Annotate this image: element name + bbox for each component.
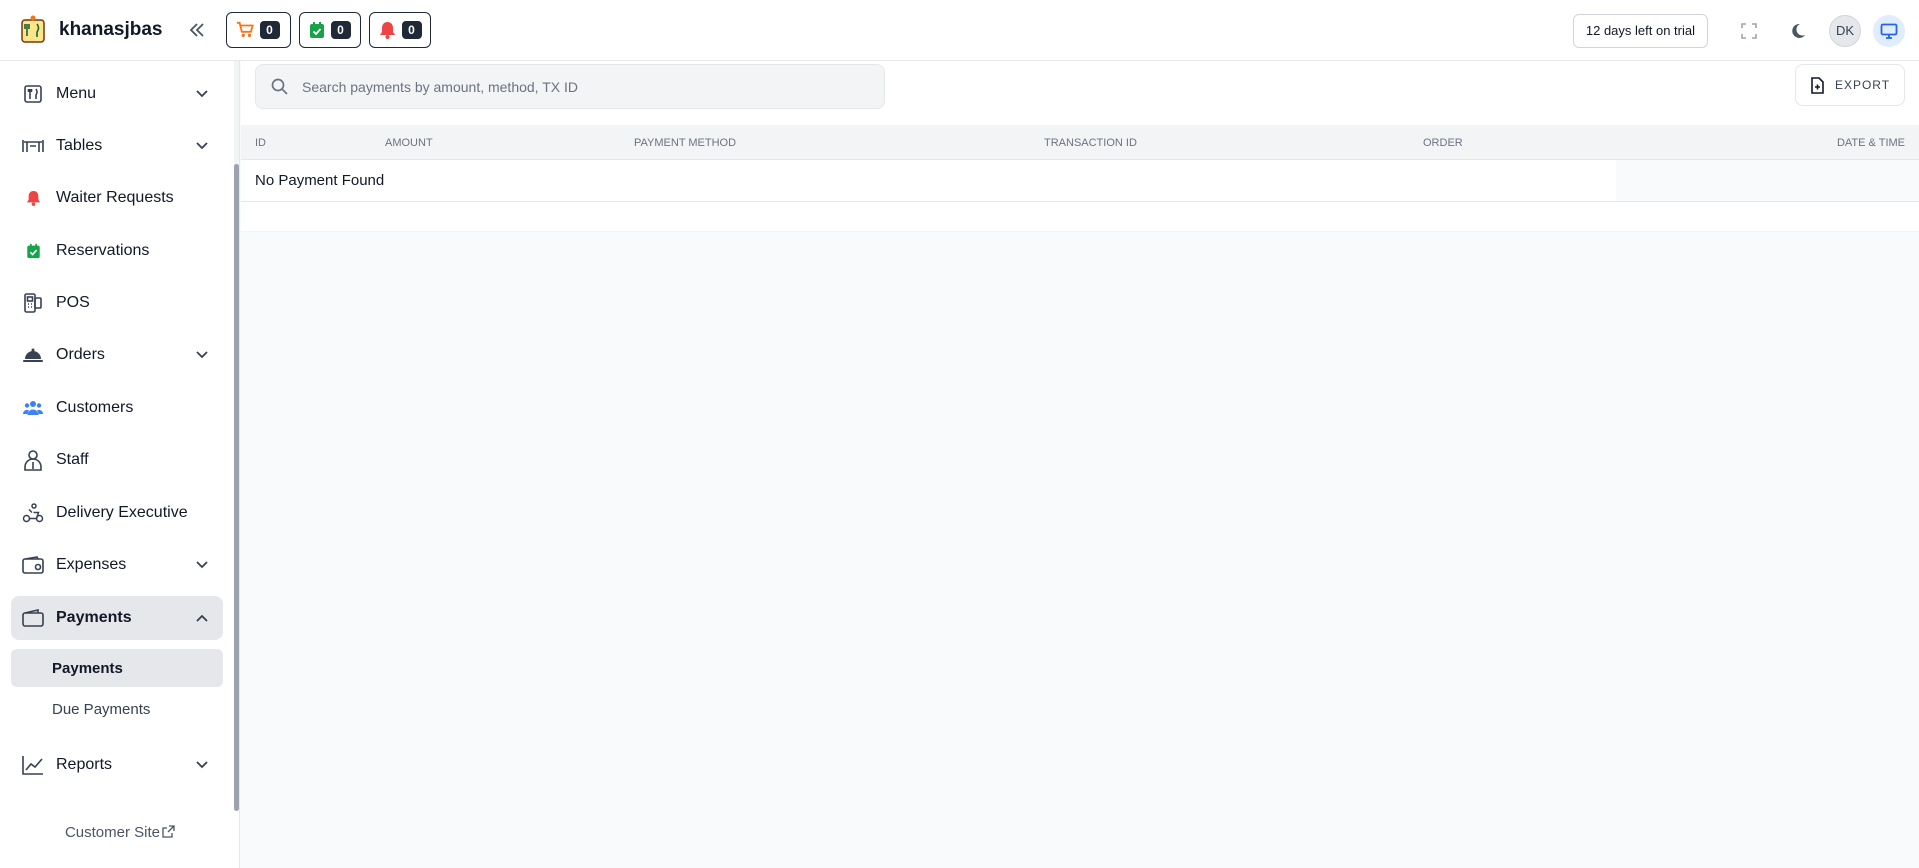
customer-site-link[interactable]: Customer Site xyxy=(0,824,240,841)
sidebar-item-payments[interactable]: Payments xyxy=(11,596,223,640)
export-label: EXPORT xyxy=(1834,78,1891,92)
monitor-icon xyxy=(1880,23,1898,39)
trial-status-button[interactable]: 12 days left on trial xyxy=(1572,13,1708,48)
column-header-id[interactable]: ID xyxy=(255,125,266,160)
restaurant-logo-icon xyxy=(17,14,49,46)
sidebar-item-label: Payments xyxy=(56,609,132,626)
restaurant-name: khanasjbas xyxy=(59,19,163,40)
table-footer xyxy=(241,202,1919,232)
table-header: ID AMOUNT PAYMENT METHOD TRANSACTION ID … xyxy=(241,125,1919,160)
reservations-counter-button[interactable]: 0 xyxy=(298,12,361,48)
sidebar-item-label: Waiter Requests xyxy=(56,189,174,206)
empty-state-message: No Payment Found xyxy=(255,172,385,189)
column-header-order[interactable]: ORDER xyxy=(1423,125,1463,160)
sidebar-item-expenses[interactable]: Expenses xyxy=(11,543,223,587)
staff-icon xyxy=(22,449,44,471)
sidebar-item-label: POS xyxy=(56,294,90,311)
payments-table: ID AMOUNT PAYMENT METHOD TRANSACTION ID … xyxy=(241,125,1919,232)
top-header: khanasjbas 0 0 0 12 days left on trial D… xyxy=(0,0,1919,61)
column-header-transaction-id[interactable]: TRANSACTION ID xyxy=(1044,125,1137,160)
search-box[interactable] xyxy=(255,64,885,109)
wallet-icon xyxy=(22,607,44,629)
waiter-requests-counter-button[interactable]: 0 xyxy=(368,12,431,48)
chevron-down-icon xyxy=(195,758,209,772)
sidebar-item-customers[interactable]: Customers xyxy=(11,386,223,430)
sidebar-item-label: Reports xyxy=(56,756,113,773)
moon-icon xyxy=(1792,23,1805,38)
bell-icon xyxy=(22,187,44,209)
column-header-payment-method[interactable]: PAYMENT METHOD xyxy=(634,125,736,160)
sidebar-item-delivery-executive[interactable]: Delivery Executive xyxy=(11,491,223,535)
chevron-up-icon xyxy=(195,611,209,625)
sidebar-scrollbar[interactable] xyxy=(234,61,239,811)
sidebar-subitem-due-payments[interactable]: Due Payments xyxy=(11,690,223,728)
sidebar: Menu Tables Waiter Requests Reservations… xyxy=(0,61,240,868)
chevron-down-icon xyxy=(195,348,209,362)
sidebar-subitem-label: Payments xyxy=(52,659,123,677)
external-link-icon xyxy=(162,825,175,838)
calendar-check-icon xyxy=(309,22,324,38)
calendar-check-icon xyxy=(22,240,44,262)
users-icon xyxy=(22,397,44,419)
column-header-amount[interactable]: AMOUNT xyxy=(385,125,433,160)
sidebar-subitem-payments[interactable]: Payments xyxy=(11,649,223,687)
cart-icon xyxy=(236,21,254,38)
sidebar-item-orders[interactable]: Orders xyxy=(11,333,223,377)
export-file-icon xyxy=(1811,76,1824,94)
sidebar-item-label: Delivery Executive xyxy=(56,504,188,521)
chevron-down-icon xyxy=(195,139,209,153)
chevron-down-icon xyxy=(195,87,209,101)
sidebar-item-reservations[interactable]: Reservations xyxy=(11,229,223,273)
sidebar-item-tables[interactable]: Tables xyxy=(11,124,223,168)
orders-counter-button[interactable]: 0 xyxy=(225,12,291,48)
column-header-date-time[interactable]: DATE & TIME xyxy=(1837,125,1905,160)
screen-mode-button[interactable] xyxy=(1873,14,1905,47)
collapse-sidebar-button[interactable] xyxy=(185,18,209,42)
menu-book-icon xyxy=(22,83,44,105)
search-icon xyxy=(271,78,289,96)
scrollbar-thumb[interactable] xyxy=(234,164,239,811)
food-cloche-icon xyxy=(22,344,44,366)
sidebar-item-waiter-requests[interactable]: Waiter Requests xyxy=(11,176,223,220)
sidebar-item-pos[interactable]: POS xyxy=(11,281,223,325)
sidebar-nav: Menu Tables Waiter Requests Reservations… xyxy=(0,61,232,811)
chart-line-icon xyxy=(22,754,44,776)
customer-site-label: Customer Site xyxy=(64,824,161,841)
sidebar-item-label: Expenses xyxy=(56,556,127,573)
pos-terminal-icon xyxy=(22,292,44,314)
payments-toolbar: EXPORT xyxy=(241,61,1919,125)
brand[interactable]: khanasjbas xyxy=(17,14,163,46)
sidebar-item-label: Tables xyxy=(56,137,103,154)
chevron-down-icon xyxy=(195,558,209,572)
sidebar-subitem-label: Due Payments xyxy=(52,700,151,718)
sidebar-item-reports[interactable]: Reports xyxy=(11,743,223,787)
table-row: No Payment Found xyxy=(241,160,1919,202)
sidebar-item-staff[interactable]: Staff xyxy=(11,438,223,482)
export-button[interactable]: EXPORT xyxy=(1795,64,1905,106)
sidebar-item-label: Customers xyxy=(56,399,134,416)
sidebar-item-menu[interactable]: Menu xyxy=(11,72,223,116)
dark-mode-toggle[interactable] xyxy=(1780,13,1816,49)
wallet-icon xyxy=(22,554,44,576)
fullscreen-icon xyxy=(1741,22,1757,39)
user-avatar[interactable]: DK xyxy=(1829,14,1861,47)
fullscreen-button[interactable] xyxy=(1731,13,1767,49)
sidebar-item-label: Staff xyxy=(56,451,89,468)
reservations-count-badge: 0 xyxy=(330,21,351,39)
scooter-icon xyxy=(22,502,44,524)
waiter-requests-count-badge: 0 xyxy=(401,21,422,39)
search-input[interactable] xyxy=(302,78,862,95)
chevrons-left-icon xyxy=(189,23,204,37)
table-icon xyxy=(22,135,44,157)
sidebar-item-label: Orders xyxy=(56,346,105,363)
bell-icon xyxy=(379,22,395,39)
empty-cell xyxy=(1616,160,1919,201)
sidebar-item-label: Menu xyxy=(56,85,97,102)
sidebar-item-label: Reservations xyxy=(56,242,150,259)
main-content: EXPORT ID AMOUNT PAYMENT METHOD TRANSACT… xyxy=(241,61,1919,868)
orders-count-badge: 0 xyxy=(259,21,280,39)
